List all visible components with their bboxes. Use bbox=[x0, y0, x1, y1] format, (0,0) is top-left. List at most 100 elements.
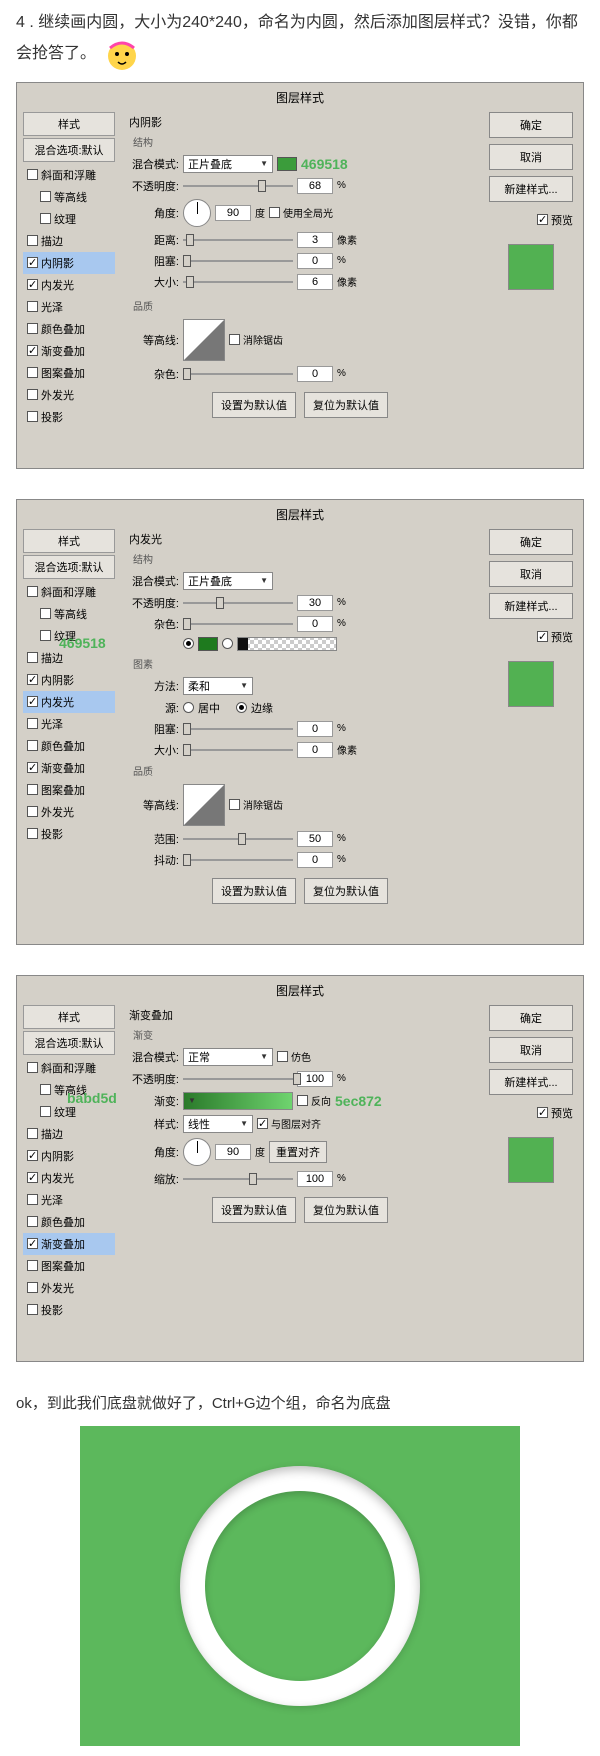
noise-slider[interactable] bbox=[183, 367, 293, 381]
style-checkbox[interactable] bbox=[40, 191, 51, 202]
range-slider[interactable] bbox=[183, 832, 293, 846]
style-item-1[interactable]: 等高线 bbox=[23, 603, 115, 625]
contour-picker[interactable] bbox=[183, 784, 225, 826]
style-checkbox[interactable] bbox=[27, 279, 38, 290]
style-checkbox[interactable] bbox=[27, 1282, 38, 1293]
gradient-radio[interactable] bbox=[222, 638, 233, 649]
method-select[interactable]: 柔和 bbox=[183, 677, 253, 695]
opacity-slider[interactable] bbox=[183, 596, 293, 610]
cancel-button[interactable]: 取消 bbox=[489, 1037, 573, 1063]
style-checkbox[interactable] bbox=[27, 1172, 38, 1183]
reset-default-button[interactable]: 复位为默认值 bbox=[304, 878, 388, 904]
distance-slider[interactable] bbox=[183, 233, 293, 247]
style-item-4[interactable]: 内阴影 bbox=[23, 1145, 115, 1167]
style-checkbox[interactable] bbox=[27, 696, 38, 707]
style-item-4[interactable]: 内阴影 bbox=[23, 252, 115, 274]
scale-value[interactable]: 100 bbox=[297, 1171, 333, 1187]
distance-value[interactable]: 3 bbox=[297, 232, 333, 248]
style-checkbox[interactable] bbox=[27, 762, 38, 773]
style-item-7[interactable]: 颜色叠加 bbox=[23, 735, 115, 757]
style-checkbox[interactable] bbox=[40, 1084, 51, 1095]
gradient-picker[interactable] bbox=[183, 1092, 293, 1110]
style-item-11[interactable]: 投影 bbox=[23, 406, 115, 428]
opacity-value[interactable]: 68 bbox=[297, 178, 333, 194]
align-checkbox[interactable] bbox=[257, 1118, 268, 1129]
style-item-7[interactable]: 颜色叠加 bbox=[23, 318, 115, 340]
new-style-button[interactable]: 新建样式... bbox=[489, 593, 573, 619]
style-select[interactable]: 线性 bbox=[183, 1115, 253, 1133]
blend-options-header[interactable]: 混合选项:默认 bbox=[23, 138, 115, 162]
angle-value[interactable]: 90 bbox=[215, 205, 251, 221]
opacity-value[interactable]: 100 bbox=[297, 1071, 333, 1087]
style-checkbox[interactable] bbox=[27, 323, 38, 334]
style-checkbox[interactable] bbox=[40, 1106, 51, 1117]
choke-value[interactable]: 0 bbox=[297, 253, 333, 269]
style-item-9[interactable]: 图案叠加 bbox=[23, 779, 115, 801]
style-checkbox[interactable] bbox=[40, 213, 51, 224]
style-checkbox[interactable] bbox=[27, 235, 38, 246]
new-style-button[interactable]: 新建样式... bbox=[489, 176, 573, 202]
style-item-11[interactable]: 投影 bbox=[23, 823, 115, 845]
noise-value[interactable]: 0 bbox=[297, 616, 333, 632]
style-item-3[interactable]: 描边 bbox=[23, 1123, 115, 1145]
new-style-button[interactable]: 新建样式... bbox=[489, 1069, 573, 1095]
blend-mode-select[interactable]: 正片叠底 bbox=[183, 572, 273, 590]
style-checkbox[interactable] bbox=[27, 1150, 38, 1161]
blend-options-header[interactable]: 混合选项:默认 bbox=[23, 1031, 115, 1055]
antialias-checkbox[interactable] bbox=[229, 799, 240, 810]
blend-mode-select[interactable]: 正片叠底 bbox=[183, 155, 273, 173]
style-checkbox[interactable] bbox=[27, 586, 38, 597]
noise-slider[interactable] bbox=[183, 617, 293, 631]
global-light-checkbox[interactable] bbox=[269, 207, 280, 218]
style-item-5[interactable]: 内发光 bbox=[23, 274, 115, 296]
dither-checkbox[interactable] bbox=[277, 1051, 288, 1062]
choke-slider[interactable] bbox=[183, 722, 293, 736]
style-item-4[interactable]: 内阴影 bbox=[23, 669, 115, 691]
style-checkbox[interactable] bbox=[27, 674, 38, 685]
style-item-5[interactable]: 内发光 bbox=[23, 1167, 115, 1189]
style-checkbox[interactable] bbox=[27, 1062, 38, 1073]
noise-value[interactable]: 0 bbox=[297, 366, 333, 382]
preview-checkbox[interactable] bbox=[537, 631, 548, 642]
make-default-button[interactable]: 设置为默认值 bbox=[212, 392, 296, 418]
gradient-picker[interactable] bbox=[237, 637, 337, 651]
style-item-5[interactable]: 内发光 bbox=[23, 691, 115, 713]
style-item-8[interactable]: 渐变叠加 bbox=[23, 340, 115, 362]
opacity-slider[interactable] bbox=[183, 1072, 293, 1086]
angle-value[interactable]: 90 bbox=[215, 1144, 251, 1160]
style-checkbox[interactable] bbox=[27, 1260, 38, 1271]
style-item-11[interactable]: 投影 bbox=[23, 1299, 115, 1321]
size-value[interactable]: 0 bbox=[297, 742, 333, 758]
opacity-value[interactable]: 30 bbox=[297, 595, 333, 611]
style-item-8[interactable]: 渐变叠加 bbox=[23, 1233, 115, 1255]
style-item-6[interactable]: 光泽 bbox=[23, 1189, 115, 1211]
range-value[interactable]: 50 bbox=[297, 831, 333, 847]
style-checkbox[interactable] bbox=[27, 652, 38, 663]
style-checkbox[interactable] bbox=[40, 630, 51, 641]
blend-options-header[interactable]: 混合选项:默认 bbox=[23, 555, 115, 579]
style-item-0[interactable]: 斜面和浮雕 bbox=[23, 164, 115, 186]
styles-header[interactable]: 样式 bbox=[23, 112, 115, 136]
style-item-10[interactable]: 外发光 bbox=[23, 1277, 115, 1299]
style-item-0[interactable]: 斜面和浮雕 bbox=[23, 1057, 115, 1079]
angle-dial[interactable] bbox=[183, 1138, 211, 1166]
style-checkbox[interactable] bbox=[27, 718, 38, 729]
angle-dial[interactable] bbox=[183, 199, 211, 227]
style-item-8[interactable]: 渐变叠加 bbox=[23, 757, 115, 779]
style-checkbox[interactable] bbox=[40, 608, 51, 619]
make-default-button[interactable]: 设置为默认值 bbox=[212, 1197, 296, 1223]
jitter-slider[interactable] bbox=[183, 853, 293, 867]
color-swatch[interactable] bbox=[277, 157, 297, 171]
style-item-10[interactable]: 外发光 bbox=[23, 384, 115, 406]
size-slider[interactable] bbox=[183, 275, 293, 289]
style-item-6[interactable]: 光泽 bbox=[23, 713, 115, 735]
style-checkbox[interactable] bbox=[27, 1128, 38, 1139]
blend-mode-select[interactable]: 正常 bbox=[183, 1048, 273, 1066]
choke-value[interactable]: 0 bbox=[297, 721, 333, 737]
glow-color-swatch[interactable] bbox=[198, 637, 218, 651]
preview-checkbox[interactable] bbox=[537, 1107, 548, 1118]
antialias-checkbox[interactable] bbox=[229, 334, 240, 345]
style-item-1[interactable]: 等高线 bbox=[23, 186, 115, 208]
ok-button[interactable]: 确定 bbox=[489, 112, 573, 138]
styles-header[interactable]: 样式 bbox=[23, 1005, 115, 1029]
